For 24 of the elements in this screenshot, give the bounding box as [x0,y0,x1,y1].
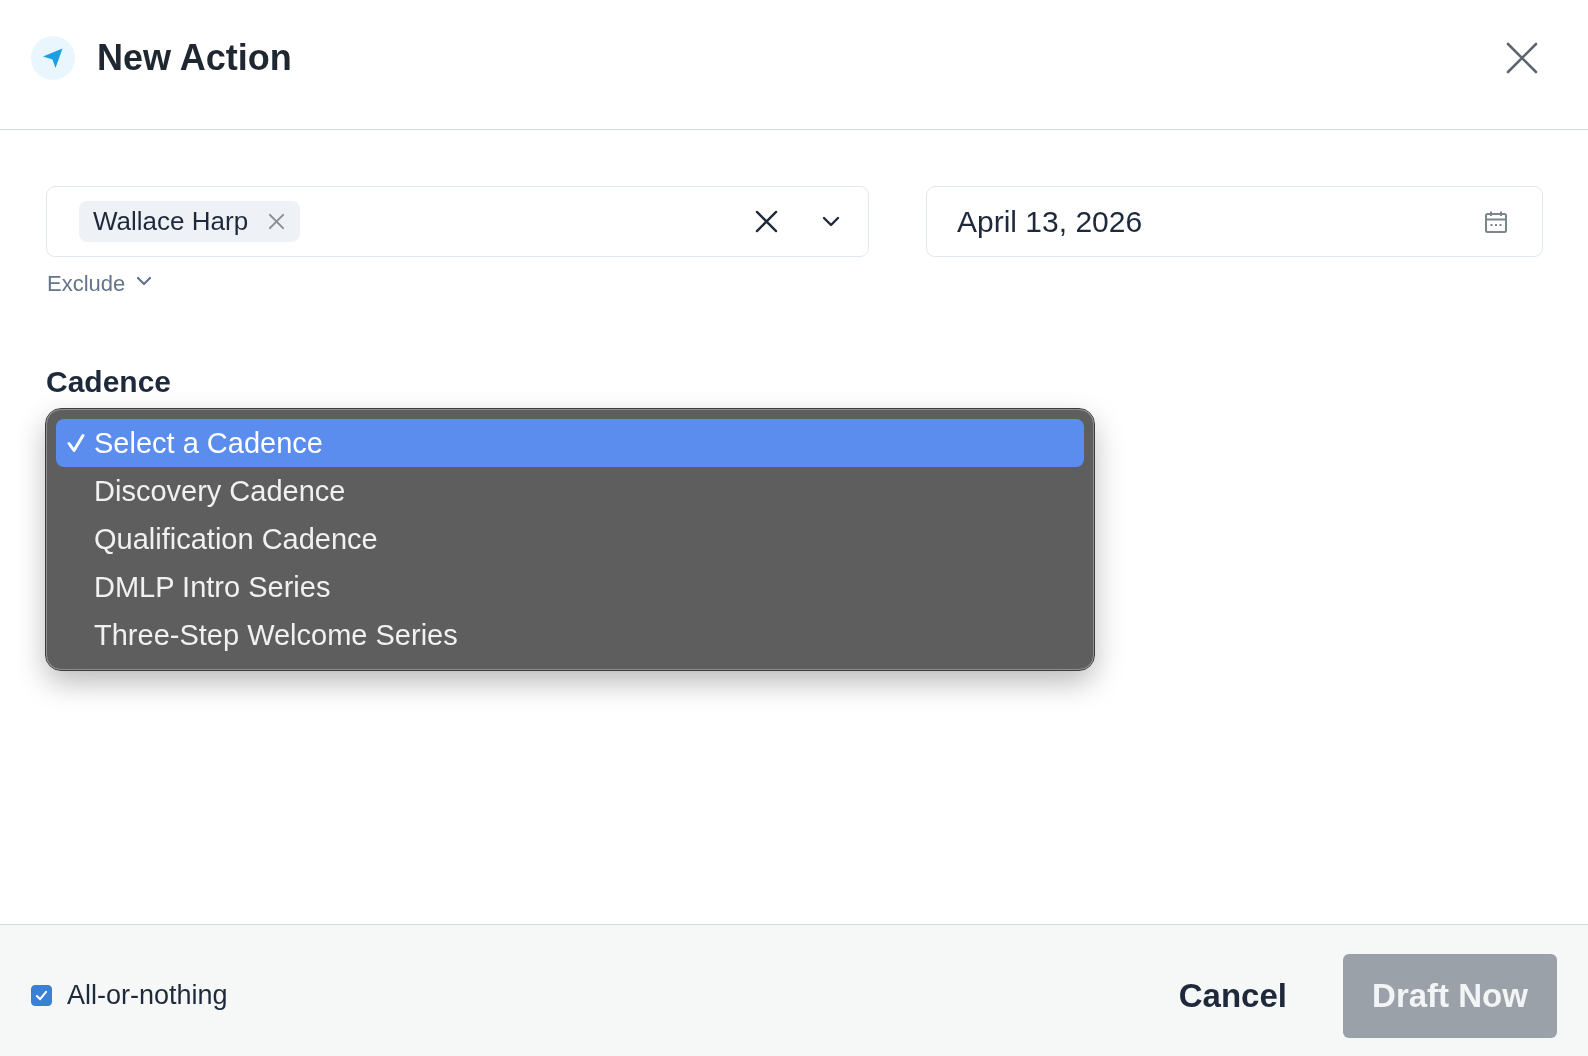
cadence-option[interactable]: Discovery Cadence [56,467,1084,515]
cadence-option[interactable]: Qualification Cadence [56,515,1084,563]
cancel-button[interactable]: Cancel [1174,966,1291,1025]
cadence-option[interactable]: Three-Step Welcome Series [56,611,1084,659]
remove-icon[interactable] [268,213,286,230]
chip-label: Wallace Harp [93,206,249,237]
exclude-toggle[interactable]: Exclude [46,271,153,297]
window-title: New Action [97,36,292,79]
chevron-down-icon[interactable] [822,216,840,227]
close-icon [1506,41,1538,74]
chevron-down-icon [136,276,153,286]
check-icon [67,433,85,453]
calendar-icon[interactable] [1484,209,1508,234]
recipient-select-field[interactable]: Wallace Harp [46,186,869,257]
date-field[interactable]: April 13, 2026 [926,186,1543,257]
paper-plane-icon [31,35,75,80]
all-or-nothing-label: All-or-nothing [67,980,228,1011]
cadence-label: Cadence [46,365,172,399]
all-or-nothing-checkbox[interactable] [31,985,52,1006]
close-button[interactable] [1506,41,1538,74]
cadence-option[interactable]: Select a Cadence [56,419,1084,467]
clear-icon[interactable] [755,210,778,233]
checkmark-icon [35,990,48,1001]
cadence-option[interactable]: DMLP Intro Series [56,563,1084,611]
